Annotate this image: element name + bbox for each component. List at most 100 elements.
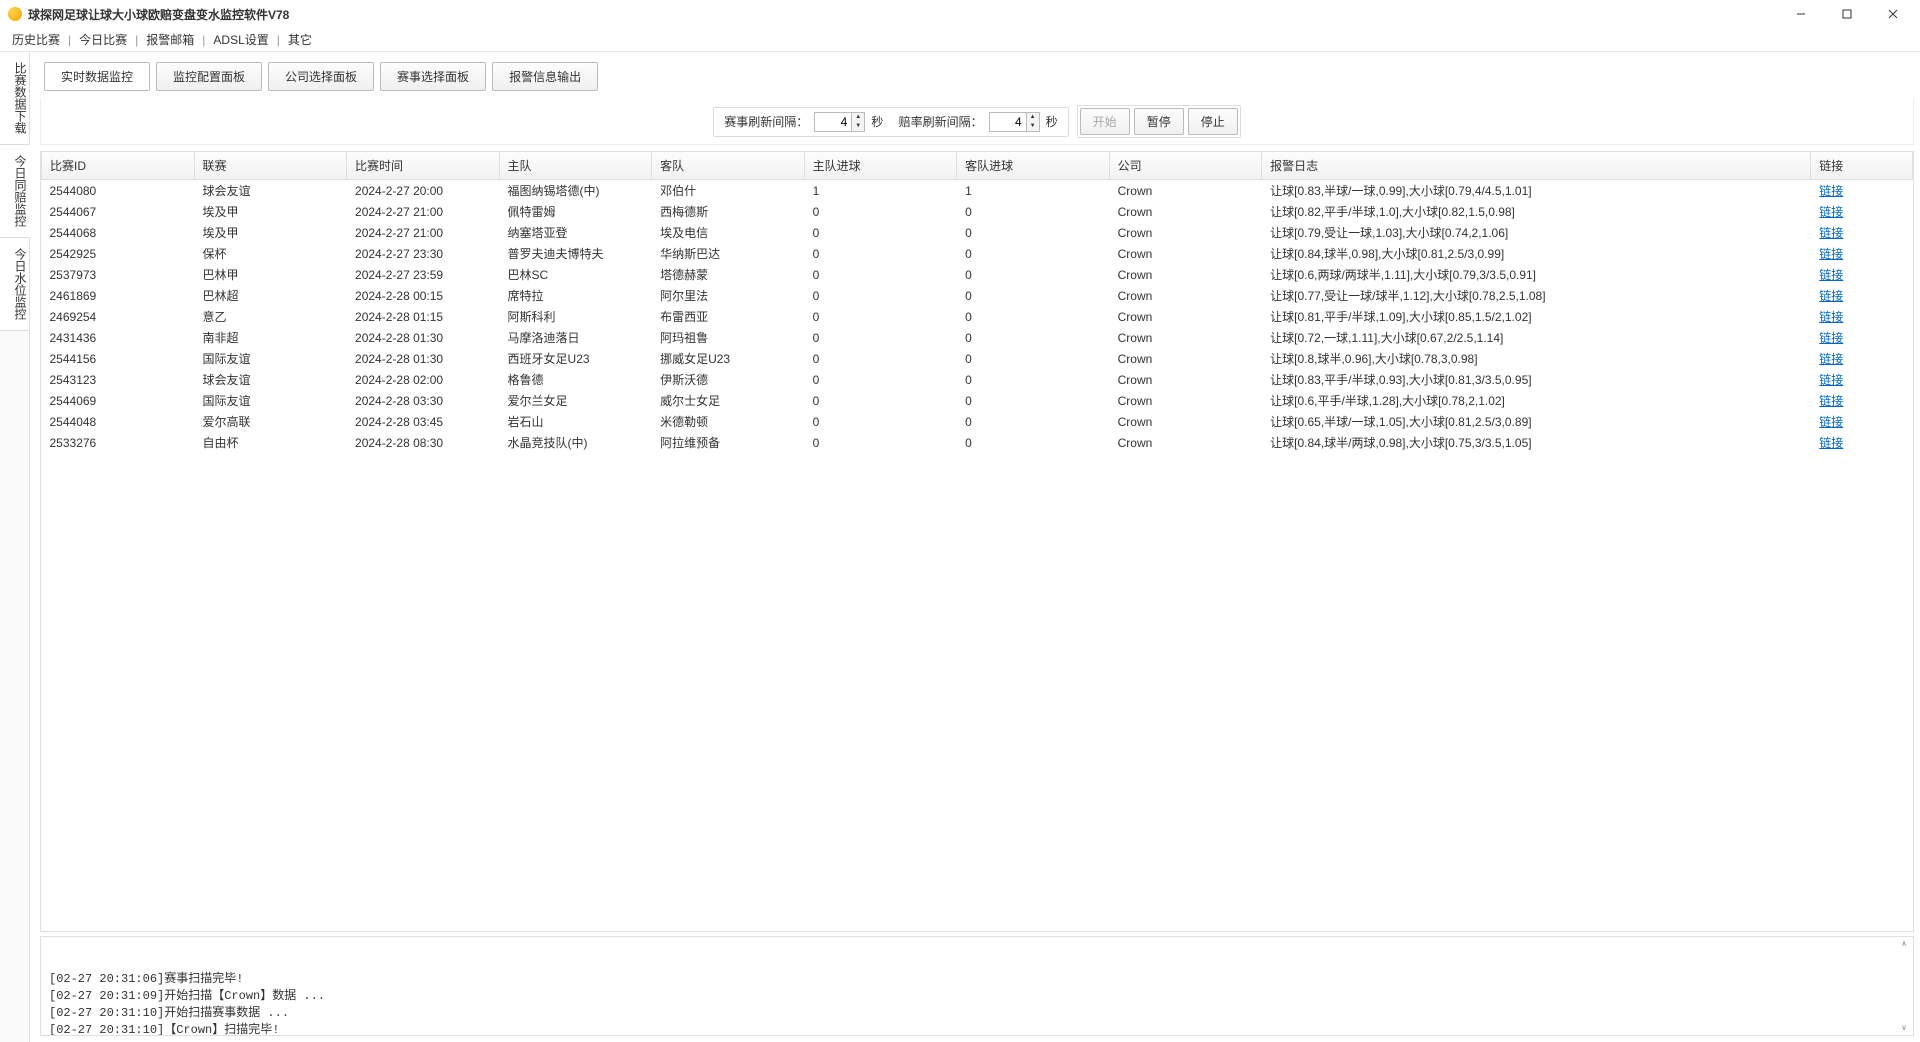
cell-time: 2024-2-28 02:00 [347,369,500,390]
table-row[interactable]: 2544080球会友谊2024-2-27 20:00福图纳锡塔德(中)邓伯什11… [42,180,1913,202]
spin-up-icon[interactable]: ▲ [852,113,864,122]
th-ascore[interactable]: 客队进球 [957,152,1110,180]
spin-down-icon[interactable]: ▼ [852,122,864,131]
menu-mail[interactable]: 报警邮箱 [142,31,198,48]
link[interactable]: 链接 [1819,310,1843,324]
cell-away: 威尔士女足 [652,390,805,411]
side-tab-water[interactable]: 今日水位监控 [0,238,30,331]
tab-realtime[interactable]: 实时数据监控 [44,62,150,91]
cell-id: 2533276 [42,432,195,453]
menu-adsl[interactable]: ADSL设置 [209,31,272,48]
cell-link: 链接 [1811,306,1913,327]
menu-history[interactable]: 历史比赛 [8,31,64,48]
table-row[interactable]: 2461869巴林超2024-2-28 00:15席特拉阿尔里法00Crown让… [42,285,1913,306]
cell-hscore: 0 [804,369,957,390]
cell-alarm: 让球[0.65,半球/一球,1.05],大小球[0.81,2.5/3,0.89] [1262,411,1811,432]
th-link[interactable]: 链接 [1811,152,1913,180]
log-panel[interactable]: [02-27 20:31:06]赛事扫描完毕! [02-27 20:31:09]… [40,936,1914,1036]
table-row[interactable]: 2469254意乙2024-2-28 01:15阿斯科利布雷西亚00Crown让… [42,306,1913,327]
cell-id: 2537973 [42,264,195,285]
menu-today[interactable]: 今日比赛 [75,31,131,48]
cell-time: 2024-2-28 01:30 [347,348,500,369]
link[interactable]: 链接 [1819,394,1843,408]
cell-id: 2544067 [42,201,195,222]
cell-away: 挪威女足U23 [652,348,805,369]
cell-league: 巴林甲 [194,264,347,285]
table-row[interactable]: 2431436南非超2024-2-28 01:30马摩洛迪落日阿玛祖鲁00Cro… [42,327,1913,348]
th-time[interactable]: 比赛时间 [347,152,500,180]
refresh-odds-input[interactable] [990,115,1026,129]
side-tab-download[interactable]: 比赛数据下载 [0,52,30,145]
cell-league: 自由杯 [194,432,347,453]
tab-alarm-output[interactable]: 报警信息输出 [492,62,598,91]
th-id[interactable]: 比赛ID [42,152,195,180]
refresh-match-spinner[interactable]: ▲▼ [814,112,865,132]
link[interactable]: 链接 [1819,436,1843,450]
start-button[interactable]: 开始 [1080,108,1130,135]
cell-hscore: 0 [804,348,957,369]
tab-match[interactable]: 赛事选择面板 [380,62,486,91]
tab-config[interactable]: 监控配置面板 [156,62,262,91]
titlebar: 球探网足球让球大小球欧赔变盘变水监控软件V78 [0,0,1920,28]
cell-link: 链接 [1811,411,1913,432]
link[interactable]: 链接 [1819,205,1843,219]
titlebar-left: 球探网足球让球大小球欧赔变盘变水监控软件V78 [8,6,289,23]
refresh-match-input[interactable] [815,115,851,129]
link[interactable]: 链接 [1819,289,1843,303]
th-away[interactable]: 客队 [652,152,805,180]
tab-company[interactable]: 公司选择面板 [268,62,374,91]
table-row[interactable]: 2544048爱尔高联2024-2-28 03:45岩石山米德勒顿00Crown… [42,411,1913,432]
pause-button[interactable]: 暂停 [1134,108,1184,135]
maximize-button[interactable] [1824,0,1870,28]
refresh-odds-spinner[interactable]: ▲▼ [989,112,1040,132]
cell-home: 福图纳锡塔德(中) [499,180,652,202]
link[interactable]: 链接 [1819,415,1843,429]
spin-up-icon-2[interactable]: ▲ [1027,113,1039,122]
link[interactable]: 链接 [1819,331,1843,345]
scroll-down-icon[interactable]: ∨ [1897,1023,1911,1033]
table-row[interactable]: 2542925保杯2024-2-27 23:30普罗夫迪夫博特夫华纳斯巴达00C… [42,243,1913,264]
th-hscore[interactable]: 主队进球 [804,152,957,180]
link[interactable]: 链接 [1819,373,1843,387]
cell-alarm: 让球[0.8,球半,0.96],大小球[0.78,3,0.98] [1262,348,1811,369]
table-row[interactable]: 2543123球会友谊2024-2-28 02:00格鲁德伊斯沃德00Crown… [42,369,1913,390]
stop-button[interactable]: 停止 [1188,108,1238,135]
th-home[interactable]: 主队 [499,152,652,180]
cell-ascore: 0 [957,285,1110,306]
cell-link: 链接 [1811,243,1913,264]
spin-down-icon-2[interactable]: ▼ [1027,122,1039,131]
cell-hscore: 0 [804,243,957,264]
th-company[interactable]: 公司 [1109,152,1262,180]
cell-link: 链接 [1811,390,1913,411]
link[interactable]: 链接 [1819,352,1843,366]
th-league[interactable]: 联赛 [194,152,347,180]
minimize-button[interactable] [1778,0,1824,28]
table-row[interactable]: 2544067埃及甲2024-2-27 21:00佩特雷姆西梅德斯00Crown… [42,201,1913,222]
link[interactable]: 链接 [1819,268,1843,282]
menu-other[interactable]: 其它 [284,31,316,48]
cell-home: 西班牙女足U23 [499,348,652,369]
cell-company: Crown [1109,327,1262,348]
link[interactable]: 链接 [1819,226,1843,240]
cell-league: 意乙 [194,306,347,327]
scrollbar[interactable]: ∧ ∨ [1897,939,1911,1033]
cell-alarm: 让球[0.83,半球/一球,0.99],大小球[0.79,4/4.5,1.01] [1262,180,1811,202]
cell-link: 链接 [1811,222,1913,243]
table-row[interactable]: 2533276自由杯2024-2-28 08:30水晶竞技队(中)阿拉维预备00… [42,432,1913,453]
cell-home: 马摩洛迪落日 [499,327,652,348]
scroll-up-icon[interactable]: ∧ [1897,939,1911,949]
cell-ascore: 1 [957,180,1110,202]
window-controls [1778,0,1916,28]
close-button[interactable] [1870,0,1916,28]
cell-alarm: 让球[0.6,平手/半球,1.28],大小球[0.78,2,1.02] [1262,390,1811,411]
link[interactable]: 链接 [1819,184,1843,198]
side-tab-same-odds[interactable]: 今日同赔监控 [0,145,30,238]
table-row[interactable]: 2544069国际友谊2024-2-28 03:30爱尔兰女足威尔士女足00Cr… [42,390,1913,411]
table-row[interactable]: 2544068埃及甲2024-2-27 21:00纳塞塔亚登埃及电信00Crow… [42,222,1913,243]
cell-away: 阿拉维预备 [652,432,805,453]
link[interactable]: 链接 [1819,247,1843,261]
th-alarm[interactable]: 报警日志 [1262,152,1811,180]
table-row[interactable]: 2537973巴林甲2024-2-27 23:59巴林SC塔德赫蒙00Crown… [42,264,1913,285]
table-wrap[interactable]: 比赛ID 联赛 比赛时间 主队 客队 主队进球 客队进球 公司 报警日志 链接 … [40,151,1914,932]
table-row[interactable]: 2544156国际友谊2024-2-28 01:30西班牙女足U23挪威女足U2… [42,348,1913,369]
